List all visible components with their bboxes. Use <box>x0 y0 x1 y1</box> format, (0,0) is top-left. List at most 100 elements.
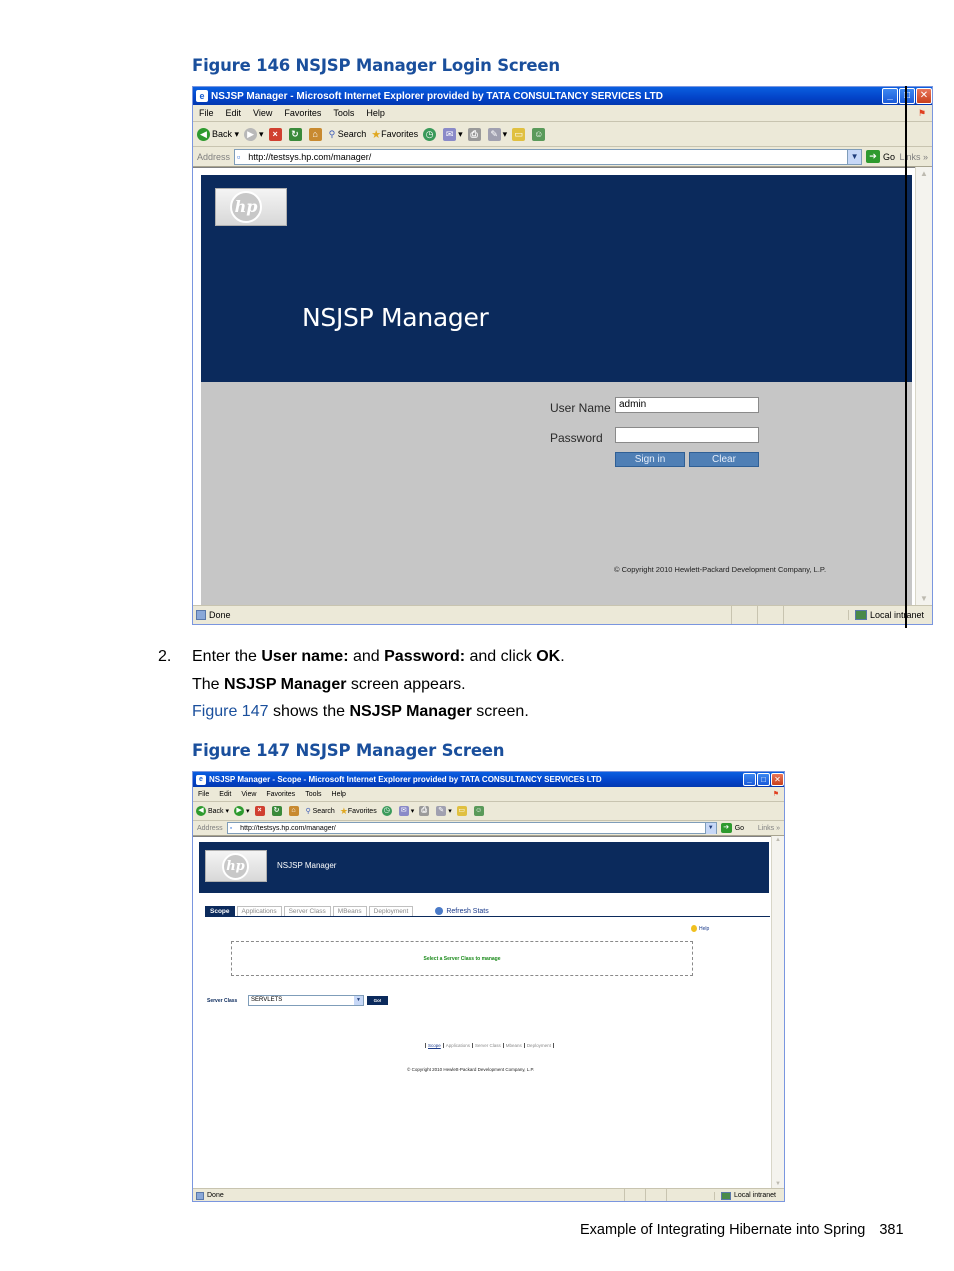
figure-ref-text: Figure 147 shows the NSJSP Manager scree… <box>192 703 529 720</box>
address-label: Address <box>197 824 223 832</box>
tab-server-class[interactable]: Server Class <box>283 906 331 916</box>
signin-button[interactable]: Sign in <box>615 452 685 467</box>
clear-button[interactable]: Clear <box>689 452 759 467</box>
edit-button[interactable]: ✎ ▾ <box>436 806 452 816</box>
close-icon[interactable]: ✕ <box>771 773 784 786</box>
title-bar[interactable]: e NSJSP Manager - Scope - Microsoft Inte… <box>193 772 784 787</box>
username-input[interactable]: admin <box>615 397 759 413</box>
forward-button[interactable]: ▶ ▾ <box>244 127 264 141</box>
address-input[interactable]: ▫ http://testsys.hp.com/manager/ ▼ <box>234 148 863 165</box>
home-icon: ⌂ <box>308 127 322 141</box>
menu-edit[interactable]: Edit <box>220 108 248 118</box>
title-bar[interactable]: e NSJSP Manager - Microsoft Internet Exp… <box>193 87 932 105</box>
vertical-scrollbar[interactable]: ▲ ▼ <box>915 167 932 605</box>
mail-button[interactable]: ✉ ▾ <box>398 806 414 816</box>
scroll-up-icon[interactable]: ▲ <box>916 169 932 178</box>
go-button[interactable]: ➔ Go <box>720 823 744 833</box>
menu-file[interactable]: File <box>193 108 220 118</box>
chevron-down-icon[interactable]: ▼ <box>354 996 363 1005</box>
menu-tools[interactable]: Tools <box>327 108 360 118</box>
folder-button[interactable]: ▭ <box>456 806 469 816</box>
history-button[interactable]: ◷ <box>423 127 438 141</box>
url-text: http://testsys.hp.com/manager/ <box>248 151 372 162</box>
minimize-icon[interactable]: _ <box>743 773 756 786</box>
back-button[interactable]: ◀ Back ▾ <box>196 806 229 816</box>
server-class-label: Server Class <box>207 998 238 1004</box>
menu-tools[interactable]: Tools <box>300 791 326 798</box>
scroll-down-icon[interactable]: ▼ <box>916 594 932 603</box>
back-arrow-icon: ◀ <box>197 127 210 141</box>
favorites-button[interactable]: ★ Favorites <box>340 806 377 817</box>
windows-flag-icon: ⚑ <box>917 107 926 118</box>
figure-147-link[interactable]: Figure 147 <box>192 703 269 720</box>
menu-help[interactable]: Help <box>360 108 391 118</box>
refresh-button[interactable]: ↻ <box>271 806 284 816</box>
help-link[interactable]: Help <box>691 925 709 932</box>
star-icon: ★ <box>371 128 382 141</box>
home-button[interactable]: ⌂ <box>308 127 324 141</box>
status-divider <box>782 606 784 624</box>
stop-icon: × <box>254 806 265 816</box>
stop-button[interactable]: × <box>254 806 267 816</box>
favorites-button[interactable]: ★ Favorites <box>371 128 418 141</box>
footer-link-deployment[interactable]: Deployment <box>523 1043 554 1048</box>
minimize-icon[interactable]: _ <box>882 88 898 104</box>
footer-link-mbeans[interactable]: Mbeans <box>502 1043 524 1048</box>
tab-applications[interactable]: Applications <box>236 906 282 916</box>
menu-file[interactable]: File <box>193 791 214 798</box>
menu-favorites[interactable]: Favorites <box>261 791 300 798</box>
mail-icon: ✉ <box>443 127 457 141</box>
hp-logo: hp <box>205 850 267 882</box>
menu-help[interactable]: Help <box>327 791 351 798</box>
search-button[interactable]: ⚲ Search <box>306 807 335 816</box>
maximize-icon[interactable]: □ <box>899 88 915 104</box>
chevron-down-icon[interactable]: ▼ <box>704 822 716 834</box>
folder-button[interactable]: ▭ <box>512 127 527 141</box>
server-class-message: Select a Server Class to manage <box>231 941 693 976</box>
stop-button[interactable]: × <box>268 127 284 141</box>
footer-link-server-class[interactable]: Server Class <box>472 1043 503 1048</box>
close-icon[interactable]: ✕ <box>916 88 932 104</box>
tab-bar: Scope Applications Server Class MBeans D… <box>205 905 770 917</box>
mail-button[interactable]: ✉ ▾ <box>443 127 463 141</box>
menu-edit[interactable]: Edit <box>214 791 236 798</box>
messenger-button[interactable]: ☺ <box>532 127 547 141</box>
status-divider <box>644 1189 646 1201</box>
menu-view[interactable]: View <box>236 791 261 798</box>
hp-logo-mark: hp <box>230 191 262 223</box>
back-button[interactable]: ◀ Back ▾ <box>197 127 239 141</box>
forward-button[interactable]: ▶ ▾ <box>234 806 250 816</box>
messenger-button[interactable]: ☺ <box>473 806 486 816</box>
footer-link-applications[interactable]: Applications <box>442 1043 472 1048</box>
status-done: Done <box>193 1191 224 1200</box>
server-class-select[interactable]: SERVLETS ▼ <box>248 995 364 1006</box>
server-class-go-button[interactable]: Go! <box>367 996 388 1005</box>
tab-mbeans[interactable]: MBeans <box>332 906 367 916</box>
tab-scope[interactable]: Scope <box>205 906 235 916</box>
chevron-down-icon[interactable]: ▼ <box>847 149 862 164</box>
scroll-up-icon[interactable]: ▲ <box>772 837 784 843</box>
edit-icon: ✎ <box>436 806 447 816</box>
go-button[interactable]: ➔ Go <box>866 150 895 163</box>
address-input[interactable]: ▫ http://testsys.hp.com/manager/ ▼ <box>226 822 717 834</box>
search-button[interactable]: ⚲ Search <box>329 129 367 140</box>
tab-deployment[interactable]: Deployment <box>368 906 414 916</box>
edit-button[interactable]: ✎ ▾ <box>487 127 507 141</box>
home-button[interactable]: ⌂ <box>288 806 301 816</box>
menu-favorites[interactable]: Favorites <box>278 108 327 118</box>
refresh-stats-link[interactable]: Refresh Stats <box>435 906 489 916</box>
scroll-down-icon[interactable]: ▼ <box>772 1181 784 1187</box>
menu-view[interactable]: View <box>247 108 278 118</box>
footer-link-scope[interactable]: Scope <box>425 1043 443 1048</box>
go-arrow-icon: ➔ <box>720 823 732 833</box>
refresh-button[interactable]: ↻ <box>288 127 304 141</box>
print-button[interactable]: ⎙ <box>467 127 483 141</box>
vertical-scrollbar[interactable]: ▲ ▼ <box>771 836 784 1188</box>
links-button[interactable]: Links » <box>758 825 784 832</box>
toolbar: ◀ Back ▾ ▶ ▾ × ↻ ⌂ ⚲ Search ★ Favorites ◷ ✉… <box>193 122 932 147</box>
history-button[interactable]: ◷ <box>381 806 394 816</box>
maximize-icon[interactable]: □ <box>757 773 770 786</box>
forward-arrow-icon: ▶ <box>244 127 258 141</box>
print-button[interactable]: ⎙ <box>419 806 431 816</box>
password-input[interactable] <box>615 427 759 443</box>
